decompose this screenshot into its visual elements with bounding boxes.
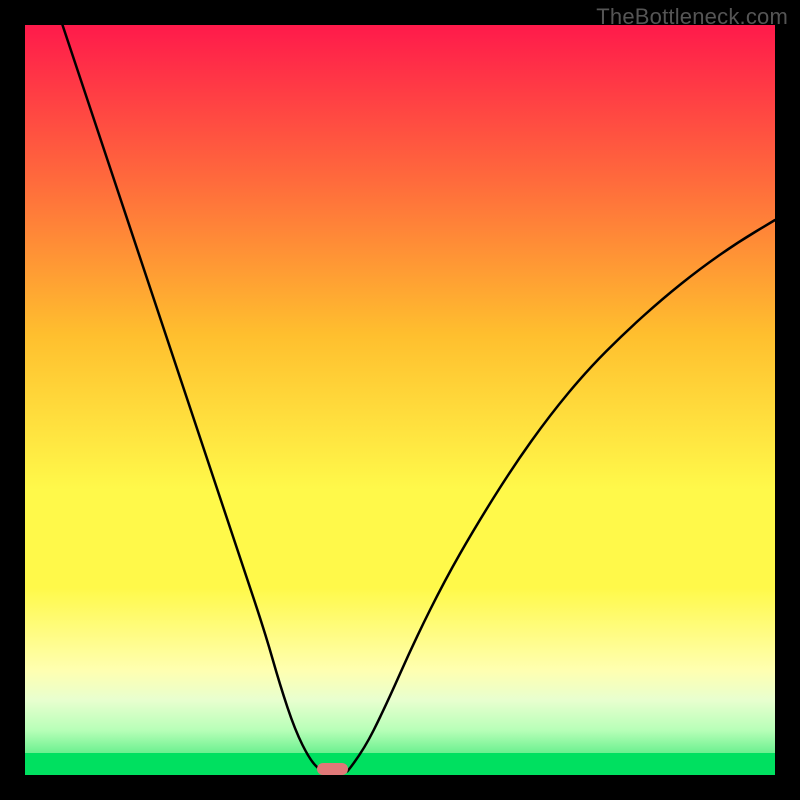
plot-area	[25, 25, 775, 775]
curve-layer	[25, 25, 775, 775]
curve-right-branch	[348, 220, 776, 771]
chart-frame: TheBottleneck.com	[0, 0, 800, 800]
curve-left-branch	[63, 25, 322, 771]
attribution-text: TheBottleneck.com	[596, 4, 788, 30]
trough-marker	[317, 763, 349, 775]
